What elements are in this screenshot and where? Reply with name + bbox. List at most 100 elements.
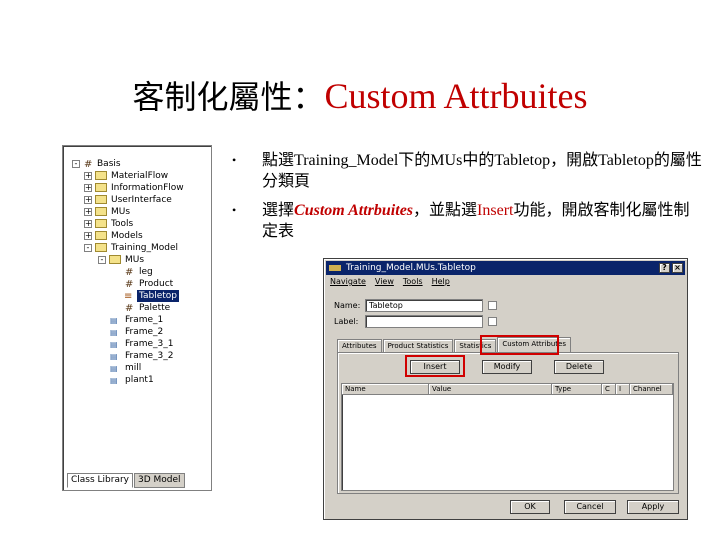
tab-class-library[interactable]: Class Library <box>67 473 134 488</box>
bullet-highlight-insert: Insert <box>477 202 514 219</box>
entity-icon: ≡ <box>124 291 133 302</box>
tree-item-label: Palette <box>139 303 171 313</box>
folder-icon <box>95 183 107 192</box>
label-field[interactable] <box>365 315 483 328</box>
tree-item-models[interactable]: + Models <box>63 230 211 242</box>
table-header: Name Value Type C I Channel <box>342 384 673 395</box>
tree-item-product[interactable]: # Product <box>63 278 211 290</box>
column-header-name[interactable]: Name <box>342 384 429 395</box>
folder-icon <box>95 243 107 252</box>
close-button[interactable]: × <box>672 263 683 273</box>
class-library-panel: - # Basis + MaterialFlow + InformationFl… <box>62 145 212 491</box>
tree-item-label: MUs <box>125 255 145 265</box>
column-header-c[interactable]: C <box>602 384 616 395</box>
tree-item-tabletop[interactable]: ≡ Tabletop <box>63 290 211 302</box>
bullet-item: • 選擇Custom Attrbuites，並點選Insert功能，開啟客制化屬… <box>232 200 702 242</box>
menu-tools[interactable]: Tools <box>403 277 423 289</box>
tree-item-userinterface[interactable]: + UserInterface <box>63 194 211 206</box>
help-button[interactable]: ? <box>659 263 670 273</box>
custom-attributes-table[interactable]: Name Value Type C I Channel <box>341 383 674 491</box>
tree-item-label: Models <box>111 231 143 241</box>
cancel-button[interactable]: Cancel <box>564 500 616 514</box>
tree-item-tools[interactable]: + Tools <box>63 218 211 230</box>
name-field[interactable]: Tabletop <box>365 299 483 312</box>
expand-icon[interactable]: + <box>84 196 92 204</box>
tree-item-label: plant1 <box>125 375 154 385</box>
bullet-text: 點選Training_Model下的MUs中的Tabletop，開啟Tablet… <box>262 152 702 190</box>
tree-item-label: Tools <box>111 219 134 229</box>
tree-item-training-mus[interactable]: - MUs <box>63 254 211 266</box>
tree-item-label: mill <box>125 363 142 373</box>
tab-attributes[interactable]: Attributes <box>337 339 382 352</box>
tree-item-label: Product <box>139 279 174 289</box>
frame-icon: ▤ <box>110 376 118 385</box>
slide-title-zh: 客制化屬性： <box>132 78 325 116</box>
menu-help[interactable]: Help <box>432 277 450 289</box>
frame-icon: ▤ <box>110 328 118 337</box>
menu-navigate[interactable]: Navigate <box>330 277 366 289</box>
expand-icon[interactable]: + <box>84 232 92 240</box>
expand-icon[interactable]: + <box>84 220 92 228</box>
tree-item-label: Frame_1 <box>125 315 164 325</box>
ok-button[interactable]: OK <box>510 500 550 514</box>
tree-item-frame-3-2[interactable]: ▤ Frame_3_2 <box>63 350 211 362</box>
grid-icon: # <box>84 159 93 170</box>
bullet-marker: • <box>232 153 237 167</box>
tree-item-label: InformationFlow <box>111 183 184 193</box>
modify-button[interactable]: Modify <box>482 360 532 374</box>
grid-icon: # <box>125 267 134 278</box>
tree-item-mus[interactable]: + MUs <box>63 206 211 218</box>
tree-item-leg[interactable]: # leg <box>63 266 211 278</box>
column-header-i[interactable]: I <box>616 384 630 395</box>
expand-icon[interactable]: + <box>84 172 92 180</box>
tree-item-plant1[interactable]: ▤ plant1 <box>63 374 211 386</box>
tree-item-label: Basis <box>97 159 121 169</box>
tree-item-informationflow[interactable]: + InformationFlow <box>63 182 211 194</box>
name-label: Name: <box>334 301 361 310</box>
tree-item-materialflow[interactable]: + MaterialFlow <box>63 170 211 182</box>
collapse-icon[interactable]: - <box>98 256 106 264</box>
tab-statistics[interactable]: Statistics <box>454 339 497 352</box>
dialog-titlebar[interactable]: Training_Model.MUs.Tabletop ? × <box>326 261 685 275</box>
tree-item-label: MaterialFlow <box>111 171 169 181</box>
tree-item-frame-3-1[interactable]: ▤ Frame_3_1 <box>63 338 211 350</box>
label-row: Label: <box>334 315 514 329</box>
name-inherit-checkbox[interactable] <box>488 301 497 310</box>
tree-item-frame-2[interactable]: ▤ Frame_2 <box>63 326 211 338</box>
menu-view[interactable]: View <box>375 277 394 289</box>
class-library-tree: - # Basis + MaterialFlow + InformationFl… <box>63 158 211 386</box>
column-header-value[interactable]: Value <box>429 384 552 395</box>
tree-item-training-model[interactable]: - Training_Model <box>63 242 211 254</box>
folder-icon <box>95 171 107 180</box>
frame-icon: ▤ <box>110 316 118 325</box>
expand-icon[interactable]: + <box>84 184 92 192</box>
tree-item-mill[interactable]: ▤ mill <box>63 362 211 374</box>
bullet-list: • 點選Training_Model下的MUs中的Tabletop，開啟Tabl… <box>232 150 702 250</box>
bullet-item: • 點選Training_Model下的MUs中的Tabletop，開啟Tabl… <box>232 150 702 192</box>
tree-item-palette[interactable]: # Palette <box>63 302 211 314</box>
dialog-tab-bar: Attributes Product Statistics Statistics… <box>337 337 572 352</box>
tab-product-statistics[interactable]: Product Statistics <box>382 339 454 352</box>
tree-tab-bar: Class Library 3D Model <box>67 473 186 488</box>
insert-button[interactable]: Insert <box>410 360 460 374</box>
bullet-text-part: 選擇 <box>262 202 295 219</box>
name-row: Name: Tabletop <box>334 299 514 313</box>
collapse-icon[interactable]: - <box>84 244 92 252</box>
tree-item-frame-1[interactable]: ▤ Frame_1 <box>63 314 211 326</box>
tree-item-label: leg <box>139 267 153 277</box>
tree-item-basis[interactable]: - # Basis <box>63 158 211 170</box>
grid-icon: # <box>125 303 134 314</box>
tab-custom-attributes[interactable]: Custom Attributes <box>497 337 571 352</box>
apply-button[interactable]: Apply <box>627 500 679 514</box>
column-header-channel[interactable]: Channel <box>630 384 673 395</box>
column-header-type[interactable]: Type <box>552 384 602 395</box>
label-inherit-checkbox[interactable] <box>488 317 497 326</box>
dialog-menubar: Navigate View Tools Help <box>330 277 459 289</box>
bullet-highlight-custom-attributes: Custom Attrbuites <box>294 202 414 219</box>
tab-3d-model[interactable]: 3D Model <box>134 473 185 488</box>
frame-icon: ▤ <box>110 364 118 373</box>
expand-icon[interactable]: + <box>84 208 92 216</box>
app-icon <box>329 265 341 271</box>
collapse-icon[interactable]: - <box>72 160 80 168</box>
delete-button[interactable]: Delete <box>554 360 604 374</box>
